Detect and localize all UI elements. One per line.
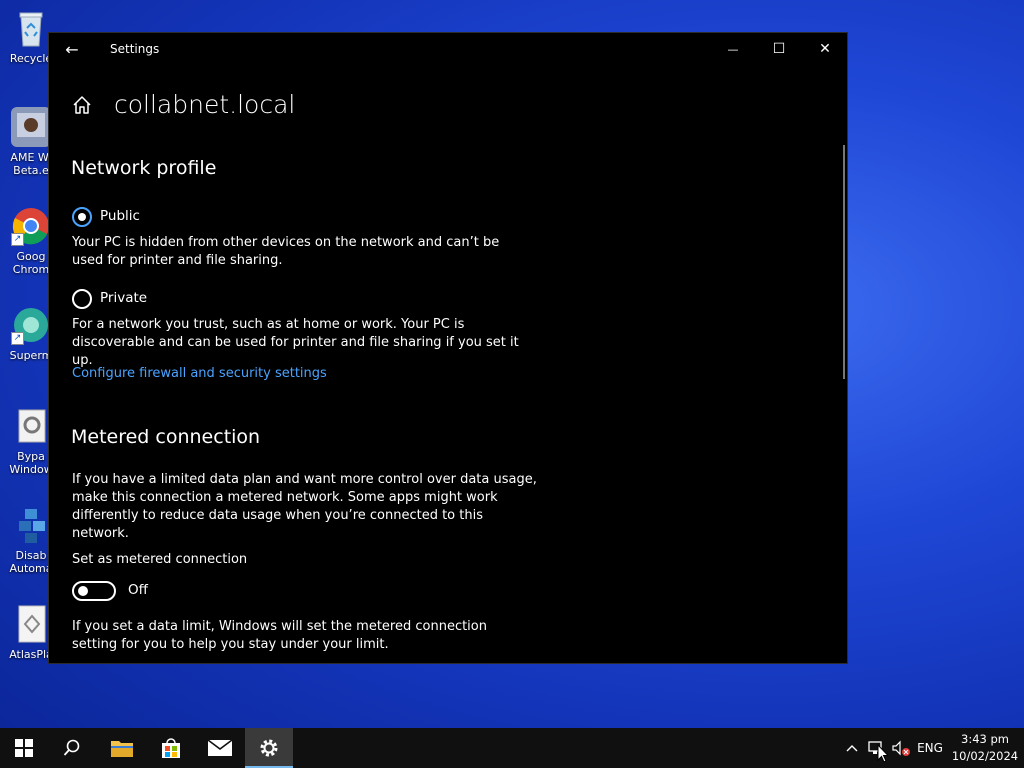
mail-button[interactable] <box>196 728 244 768</box>
clock-time: 3:43 pm <box>961 732 1009 746</box>
file-explorer-icon <box>111 741 133 757</box>
firewall-settings-link[interactable]: Configure firewall and security settings <box>72 366 327 381</box>
metered-description: If you have a limited data plan and want… <box>72 472 537 541</box>
private-radio[interactable] <box>72 289 92 309</box>
shortcut-arrow-icon: ↗ <box>11 332 24 345</box>
page-title: collabnet.local <box>114 90 296 119</box>
ame-wizard-icon <box>11 107 51 147</box>
clock-date: 10/02/2024 <box>951 749 1019 763</box>
public-description: Your PC is hidden from other devices on … <box>72 235 500 268</box>
volume-muted-icon <box>892 740 910 756</box>
search-icon <box>63 739 80 756</box>
clock[interactable]: 3:43 pm 10/02/2024 <box>950 731 1020 765</box>
back-button[interactable]: ← <box>59 37 85 63</box>
home-icon[interactable] <box>71 94 93 116</box>
metered-toggle[interactable] <box>72 581 116 601</box>
public-radio-label[interactable]: Public <box>100 208 140 224</box>
recycle-bin-icon <box>11 8 51 48</box>
mouse-cursor <box>877 743 890 764</box>
supermium-icon: ↗ <box>11 305 51 345</box>
metered-toggle-state: Off <box>128 582 148 598</box>
network-profile-heading: Network profile <box>71 157 217 179</box>
settings-taskbar-button[interactable] <box>245 728 293 768</box>
minimize-button[interactable]: — <box>710 33 756 66</box>
window-title: Settings <box>110 42 160 56</box>
gear-file-icon <box>11 406 51 446</box>
chrome-icon: ↗ <box>11 206 51 246</box>
mail-icon <box>207 739 233 756</box>
public-radio[interactable] <box>72 207 92 227</box>
volume-tray-button[interactable] <box>889 728 913 768</box>
scrollbar[interactable] <box>843 145 845 379</box>
settings-icon <box>260 739 278 757</box>
private-radio-label[interactable]: Private <box>100 290 147 306</box>
private-description: For a network you trust, such as at home… <box>72 317 519 368</box>
metered-connection-heading: Metered connection <box>71 426 261 448</box>
show-hidden-icons-button[interactable] <box>842 728 862 768</box>
settings-window: ← Settings — ☐ ✕ collabnet.local Network… <box>48 32 848 664</box>
search-button[interactable] <box>48 728 96 768</box>
taskbar: ENG 3:43 pm 10/02/2024 <box>0 728 1024 768</box>
atlas-icon <box>11 604 51 644</box>
store-button[interactable] <box>147 728 195 768</box>
title-bar[interactable]: ← Settings — ☐ ✕ <box>49 33 847 67</box>
start-button[interactable] <box>0 728 48 768</box>
data-limit-note: If you set a data limit, Windows will se… <box>72 619 487 652</box>
close-button[interactable]: ✕ <box>802 33 847 66</box>
store-icon <box>162 738 180 758</box>
metered-toggle-label: Set as metered connection <box>72 552 248 567</box>
maximize-button[interactable]: ☐ <box>756 33 802 66</box>
registry-icon <box>11 505 51 545</box>
file-explorer-button[interactable] <box>98 728 146 768</box>
shortcut-arrow-icon: ↗ <box>11 233 24 246</box>
language-indicator[interactable]: ENG <box>914 728 946 768</box>
chevron-up-icon <box>846 745 858 752</box>
start-icon <box>15 739 33 757</box>
